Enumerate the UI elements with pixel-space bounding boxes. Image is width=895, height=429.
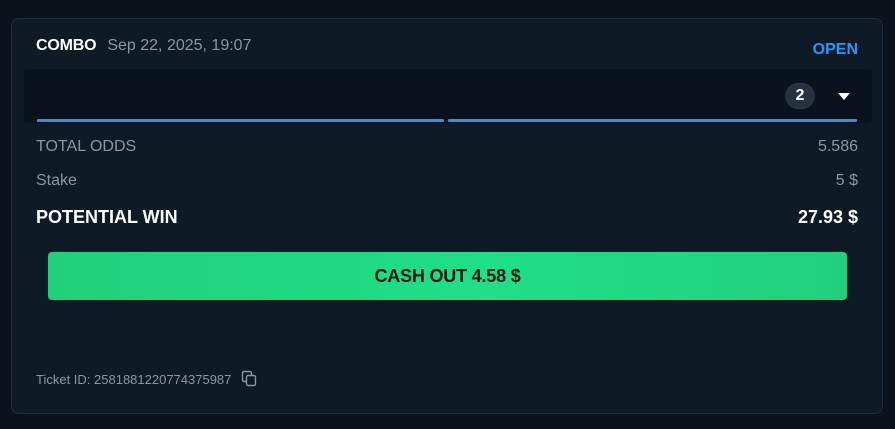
selections-toggle[interactable]: 2	[24, 69, 872, 123]
selection-progress-segment	[37, 119, 444, 122]
bet-header: COMBO Sep 22, 2025, 19:07 OPEN	[36, 35, 858, 58]
chevron-down-icon[interactable]	[838, 93, 850, 100]
ticket-id-row: Ticket ID: 2581881220774375987	[36, 369, 258, 389]
total-odds-label: TOTAL ODDS	[36, 138, 137, 155]
ticket-id: Ticket ID: 2581881220774375987	[36, 371, 232, 387]
stake-value: 5 $	[835, 172, 858, 189]
cash-out-button[interactable]: CASH OUT 4.58 $	[48, 252, 847, 300]
stake-label: Stake	[36, 172, 77, 189]
cash-out-label: CASH OUT 4.58 $	[374, 265, 521, 286]
bet-date: Sep 22, 2025, 19:07	[107, 37, 252, 54]
stake-row: Stake 5 $	[36, 171, 858, 191]
selection-count-badge: 2	[785, 83, 815, 109]
bet-card: COMBO Sep 22, 2025, 19:07 OPEN 2 TOTAL O…	[11, 18, 883, 414]
total-odds-value: 5.586	[817, 138, 858, 155]
potential-win-value: 27.93 $	[797, 206, 858, 227]
potential-win-label: POTENTIAL WIN	[36, 206, 178, 227]
selection-progress-segment	[448, 119, 857, 122]
potential-win-row: POTENTIAL WIN 27.93 $	[36, 205, 858, 229]
copy-icon[interactable]	[240, 370, 258, 388]
bet-status-badge: OPEN	[812, 41, 858, 58]
bet-type: COMBO	[36, 37, 97, 54]
total-odds-row: TOTAL ODDS 5.586	[36, 137, 858, 157]
